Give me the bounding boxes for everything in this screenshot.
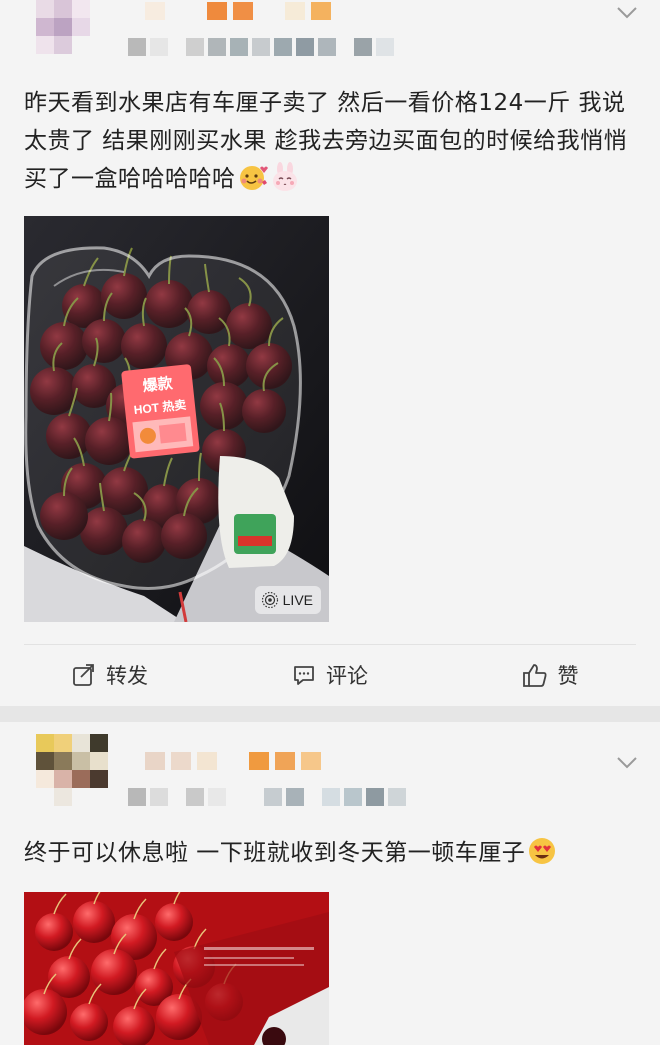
feed-divider: [0, 706, 660, 722]
post-text-body: 昨天看到水果店有车厘子卖了 然后一看价格124一斤 我说太贵了 结果刚刚买水果 …: [24, 90, 628, 192]
post-text-body: 终于可以休息啦 一下班就收到冬天第一顿车厘子: [24, 840, 526, 866]
post-photo[interactable]: 爆款 HOT 热卖 LIVE: [24, 216, 329, 622]
post-photo[interactable]: [24, 892, 329, 1045]
bunny-emoji-icon: [272, 162, 297, 191]
live-photo-icon: [261, 591, 278, 609]
share-icon: [73, 664, 94, 686]
live-label: LIVE: [282, 592, 313, 608]
username-blurred[interactable]: [145, 2, 331, 20]
post-meta-blurred: [128, 38, 394, 56]
action-bar: 转发 评论 赞: [0, 644, 660, 706]
thumbs-up-icon: [522, 664, 546, 687]
cherry-box-photo: 爆款 HOT 热卖: [24, 216, 329, 622]
sticker-text-top: 爆款: [142, 374, 175, 395]
chevron-down-icon[interactable]: [616, 756, 638, 770]
heart-eyes-emoji-icon: [529, 838, 556, 864]
post-text: 昨天看到水果店有车厘子卖了 然后一看价格124一斤 我说太贵了 结果刚刚买水果 …: [24, 84, 634, 198]
like-button[interactable]: 赞: [440, 644, 660, 706]
feed-post: 昨天看到水果店有车厘子卖了 然后一看价格124一斤 我说太贵了 结果刚刚买水果 …: [0, 0, 660, 706]
username-blurred[interactable]: [145, 752, 321, 770]
avatar[interactable]: [36, 734, 108, 806]
live-badge[interactable]: LIVE: [254, 586, 321, 614]
post-meta-blurred: [128, 788, 406, 806]
comment-button[interactable]: 评论: [220, 644, 440, 706]
chevron-down-icon[interactable]: [616, 6, 638, 20]
repost-button[interactable]: 转发: [0, 644, 220, 706]
comment-label: 评论: [326, 664, 368, 688]
post-text: 终于可以休息啦 一下班就收到冬天第一顿车厘子: [24, 834, 634, 872]
repost-label: 转发: [106, 664, 148, 688]
blush-love-emoji-icon: [239, 166, 268, 190]
avatar[interactable]: [36, 0, 108, 54]
comment-icon: [294, 666, 314, 685]
like-label: 赞: [557, 664, 579, 688]
cherry-gift-box-photo: [24, 892, 329, 1045]
